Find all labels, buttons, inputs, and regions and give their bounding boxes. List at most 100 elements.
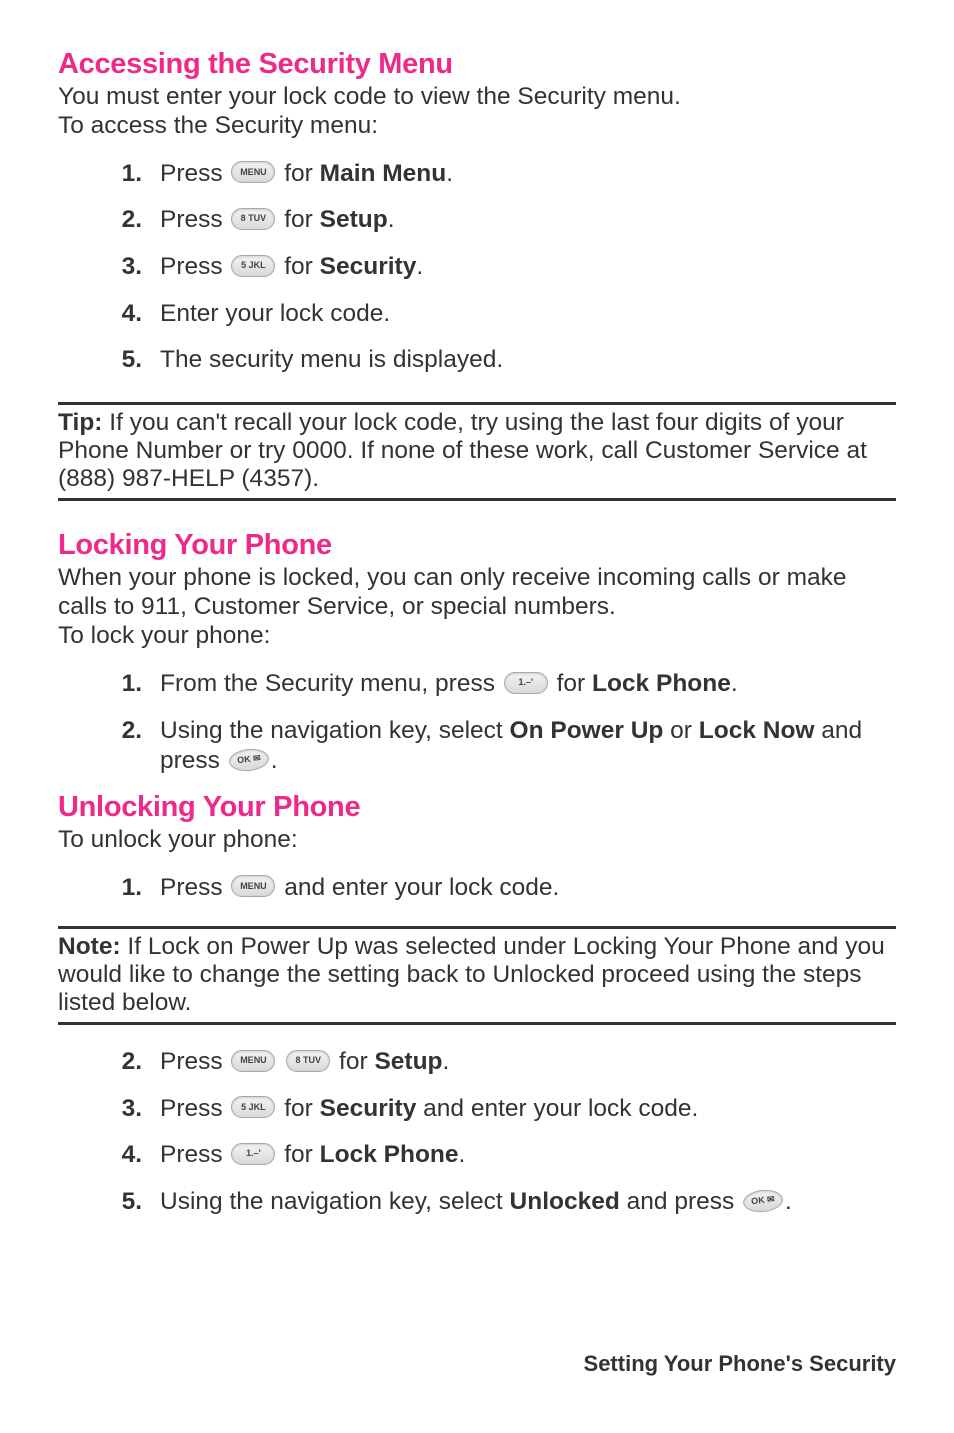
step-item: 3. Press 5 JKL for Security and enter yo… [58, 1086, 896, 1133]
ok-key-icon: OK ✉ [228, 747, 270, 773]
intro-text: To access the Security menu: [58, 112, 896, 141]
five-key-icon: 5 JKL [231, 1096, 275, 1118]
intro-text: To lock your phone: [58, 622, 896, 651]
text-run: and enter your lock code. [277, 874, 559, 901]
step-text: Press 5 JKL for Security. [160, 252, 896, 283]
page-footer-title: Setting Your Phone's Security [584, 1351, 896, 1377]
section-heading-access-security: Accessing the Security Menu [58, 48, 896, 81]
step-list: 2. Press MENU 8 TUV for Setup. 3. Press … [58, 1039, 896, 1226]
menu-key-icon: MENU [231, 875, 275, 897]
step-text: Press MENU 8 TUV for Setup. [160, 1047, 896, 1078]
text-run: . [785, 1188, 792, 1215]
text-run: Press [160, 1095, 229, 1122]
step-number: 2. [118, 205, 142, 236]
intro-text: To unlock your phone: [58, 826, 896, 855]
note-callout: Note: If Lock on Power Up was selected u… [58, 929, 896, 1023]
text-run: for [277, 206, 319, 233]
section-heading-unlocking: Unlocking Your Phone [58, 791, 896, 824]
callout-lead: Note: [58, 933, 121, 960]
text-run: for [277, 1095, 319, 1122]
bold-text: Lock Now [699, 717, 815, 744]
step-item: 1. Press MENU and enter your lock code. [58, 865, 896, 912]
step-text: Press MENU and enter your lock code. [160, 873, 896, 904]
step-item: 5. The security menu is displayed. [58, 337, 896, 384]
text-run: Using the navigation key, select [160, 1188, 510, 1215]
text-run: for [332, 1048, 374, 1075]
text-run: From the Security menu, press [160, 670, 502, 697]
divider [58, 1022, 896, 1025]
text-run: . [271, 747, 278, 774]
step-item: 2. Using the navigation key, select On P… [58, 708, 896, 785]
text-run: . [731, 670, 738, 697]
bold-text: Setup [374, 1048, 442, 1075]
text-run: Press [160, 160, 229, 187]
text-run: and press [620, 1188, 741, 1215]
text-run: Press [160, 874, 229, 901]
bold-text: Unlocked [510, 1188, 620, 1215]
text-run: . [388, 206, 395, 233]
step-number: 3. [118, 1094, 142, 1125]
step-item: 5. Using the navigation key, select Unlo… [58, 1179, 896, 1226]
text-run: or [663, 717, 698, 744]
step-item: 2. Press 8 TUV for Setup. [58, 197, 896, 244]
step-text: Using the navigation key, select On Powe… [160, 716, 896, 777]
step-number: 1. [118, 669, 142, 700]
step-number: 5. [118, 1187, 142, 1218]
bold-text: Setup [320, 206, 388, 233]
text-run: and enter your lock code. [416, 1095, 698, 1122]
step-text: Using the navigation key, select Unlocke… [160, 1187, 896, 1218]
step-number: 1. [118, 159, 142, 190]
callout-text: If you can't recall your lock code, try … [58, 409, 867, 492]
text-run: Using the navigation key, select [160, 717, 510, 744]
eight-key-icon: 8 TUV [286, 1050, 330, 1072]
eight-key-icon: 8 TUV [231, 208, 275, 230]
bold-text: Lock Phone [592, 670, 731, 697]
text-run: Press [160, 1141, 229, 1168]
step-item: 1. Press MENU for Main Menu. [58, 151, 896, 198]
step-list: 1. Press MENU for Main Menu. 2. Press 8 … [58, 151, 896, 384]
callout-lead: Tip: [58, 409, 102, 436]
text-run: Press [160, 1048, 229, 1075]
one-key-icon: 1.–' [504, 672, 548, 694]
bold-text: On Power Up [510, 717, 664, 744]
step-item: 2. Press MENU 8 TUV for Setup. [58, 1039, 896, 1086]
step-item: 3. Press 5 JKL for Security. [58, 244, 896, 291]
section-heading-locking: Locking Your Phone [58, 529, 896, 562]
text-run: . [416, 253, 423, 280]
step-item: 4. Enter your lock code. [58, 291, 896, 338]
step-list: 1. From the Security menu, press 1.–' fo… [58, 661, 896, 785]
text-run: Press [160, 253, 229, 280]
step-text: The security menu is displayed. [160, 345, 896, 376]
step-text: Press 8 TUV for Setup. [160, 205, 896, 236]
text-run: Press [160, 206, 229, 233]
tip-callout: Tip: If you can't recall your lock code,… [58, 405, 896, 499]
step-text: Enter your lock code. [160, 299, 896, 330]
menu-key-icon: MENU [231, 161, 275, 183]
menu-key-icon: MENU [231, 1050, 275, 1072]
bold-text: Security [320, 1095, 417, 1122]
bold-text: Lock Phone [320, 1141, 459, 1168]
step-item: 1. From the Security menu, press 1.–' fo… [58, 661, 896, 708]
step-number: 4. [118, 299, 142, 330]
step-text: Press 1.–' for Lock Phone. [160, 1140, 896, 1171]
step-number: 5. [118, 345, 142, 376]
step-list: 1. Press MENU and enter your lock code. [58, 865, 896, 912]
callout-text: If Lock on Power Up was selected under L… [58, 933, 885, 1016]
text-run: for [550, 670, 592, 697]
step-text: Press MENU for Main Menu. [160, 159, 896, 190]
step-number: 1. [118, 873, 142, 904]
step-item: 4. Press 1.–' for Lock Phone. [58, 1132, 896, 1179]
step-text: From the Security menu, press 1.–' for L… [160, 669, 896, 700]
step-text: Press 5 JKL for Security and enter your … [160, 1094, 896, 1125]
text-run: for [277, 160, 319, 187]
intro-text: When your phone is locked, you can only … [58, 564, 896, 622]
five-key-icon: 5 JKL [231, 255, 275, 277]
text-run: . [443, 1048, 450, 1075]
intro-text: You must enter your lock code to view th… [58, 83, 896, 112]
bold-text: Security [320, 253, 417, 280]
text-run: for [277, 1141, 319, 1168]
text-run: . [446, 160, 453, 187]
text-run: for [277, 253, 319, 280]
step-number: 3. [118, 252, 142, 283]
step-number: 2. [118, 1047, 142, 1078]
